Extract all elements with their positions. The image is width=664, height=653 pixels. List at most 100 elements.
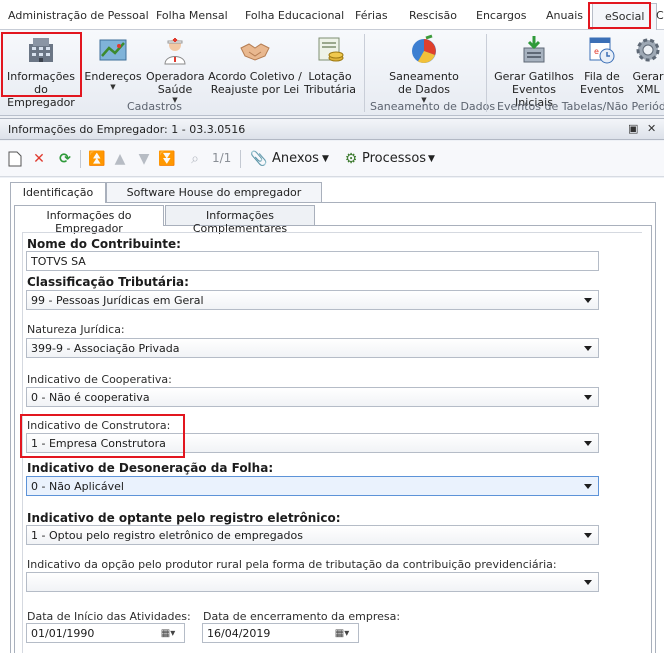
lotacao-tributaria-button[interactable]: Lotação Tributária (302, 34, 358, 96)
indicativo-produtor-rural-label: Indicativo da opção pelo produtor rural … (27, 558, 557, 571)
map-icon (99, 39, 127, 61)
pin-icon[interactable]: ▣ (628, 122, 638, 135)
nome-contribuinte-label: Nome do Contribuinte: (27, 237, 181, 251)
chevron-down-icon (584, 395, 592, 400)
data-inicio-input[interactable]: 01/01/1990 ▦▾ (26, 623, 185, 643)
calendar-icon[interactable]: ▦▾ (328, 626, 356, 640)
saneamento-label-2: de Dados (398, 83, 450, 96)
money-icon (318, 37, 344, 62)
new-record-icon[interactable] (6, 150, 24, 168)
handshake-icon (240, 43, 270, 61)
tab-administracao-pessoal[interactable]: Administração de Pessoal (8, 9, 149, 22)
indicativo-desoneracao-value: 0 - Não Aplicável (31, 480, 124, 493)
acordo-label-1: Acordo Coletivo / (208, 70, 302, 83)
indicativo-desoneracao-label: Indicativo de Desoneração da Folha: (27, 461, 274, 475)
gear-icon (636, 38, 660, 62)
window-title: Informações do Empregador: 1 - 03.3.0516 (8, 123, 246, 136)
gerar-xml-label-1: Gerar (632, 70, 664, 83)
fila-eventos-button[interactable]: e Fila de Eventos (578, 34, 626, 96)
tab-c[interactable]: C (656, 9, 664, 22)
chevron-down-icon (584, 298, 592, 303)
processos-menu[interactable]: Processos (362, 151, 426, 166)
gerar-xml-label-2: XML (636, 83, 660, 96)
indicativo-produtor-rural-select[interactable] (26, 572, 599, 592)
chevron-down-icon (584, 441, 592, 446)
tab-encargos[interactable]: Encargos (476, 9, 526, 22)
tab-folha-mensal[interactable]: Folha Mensal (156, 9, 228, 22)
tab-ferias[interactable]: Férias (355, 9, 388, 22)
chevron-down-icon (584, 484, 592, 489)
record-toolbar: ✕ ⟳ ⏫ ▲ ▼ ⏬ ⌕ 1/1 📎 Anexos ▼ ⚙ Processos… (0, 141, 664, 177)
next-record-icon[interactable]: ▼ (135, 150, 153, 168)
indicativo-registro-eletronico-label: Indicativo de optante pelo registro elet… (27, 511, 341, 525)
indicativo-cooperativa-select[interactable]: 0 - Não é cooperativa (26, 387, 599, 407)
tab-identificacao[interactable]: Identificação (10, 182, 106, 203)
informacoes-label-1: Informações (7, 70, 75, 83)
close-icon[interactable]: ✕ (647, 122, 656, 135)
indicativo-desoneracao-select[interactable]: 0 - Não Aplicável (26, 476, 599, 496)
saneamento-label-1: Saneamento (389, 70, 459, 83)
enderecos-label: Endereços (84, 70, 142, 83)
download-server-icon (523, 36, 545, 63)
tab-folha-educacional[interactable]: Folha Educacional (245, 9, 344, 22)
enderecos-dropdown-icon: ▼ (110, 83, 116, 91)
last-record-icon[interactable]: ⏬ (158, 150, 176, 168)
ribbon-body: Informações do Empregador Endereços ▼ Op… (0, 30, 664, 116)
indicativo-cooperativa-label: Indicativo de Cooperativa: (27, 373, 172, 386)
tab-software-house[interactable]: Software House do empregador (106, 182, 322, 202)
saneamento-dados-button[interactable]: Saneamento de Dados ▼ (384, 34, 464, 104)
pie-chart-icon (412, 34, 436, 63)
delete-icon[interactable]: ✕ (30, 150, 48, 168)
chevron-down-icon (584, 346, 592, 351)
indicativo-construtora-value: 1 - Empresa Construtora (31, 437, 166, 450)
queue-icon: e (589, 37, 615, 64)
data-encerramento-value: 16/04/2019 (207, 627, 271, 640)
refresh-icon[interactable]: ⟳ (56, 150, 74, 168)
gerar-gatilhos-button[interactable]: Gerar Gatilhos Eventos Iniciais (494, 34, 574, 109)
informacoes-empregador-button[interactable]: Informações do Empregador (2, 34, 80, 109)
paperclip-icon: 📎 (250, 151, 268, 167)
operadora-saude-button[interactable]: Operadora Saúde ▼ (146, 34, 205, 104)
classificacao-tributaria-value: 99 - Pessoas Jurídicas em Geral (31, 294, 204, 307)
natureza-juridica-select[interactable]: 399-9 - Associação Privada (26, 338, 599, 358)
indicativo-construtora-select[interactable]: 1 - Empresa Construtora (26, 433, 599, 453)
fila-label-1: Fila de (584, 70, 620, 83)
data-inicio-label: Data de Início das Atividades: (27, 610, 191, 623)
tab-informacoes-complementares[interactable]: Informações Complementares (165, 205, 315, 235)
operadora-label-2: Saúde (157, 83, 193, 96)
tab-esocial[interactable]: eSocial (592, 3, 658, 31)
lotacao-label-2: Tributária (303, 83, 356, 96)
tab-informacoes-empregador[interactable]: Informações do Empregador (14, 205, 164, 235)
previous-record-icon[interactable]: ▲ (111, 150, 129, 168)
natureza-juridica-value: 399-9 - Associação Privada (31, 342, 180, 355)
group-separator (486, 34, 487, 112)
chevron-down-icon (584, 580, 592, 585)
tab-anuais[interactable]: Anuais (546, 9, 583, 22)
calendar-icon[interactable]: ▦▾ (154, 626, 182, 640)
gerar-xml-button[interactable]: Gerar XML (628, 34, 664, 96)
data-encerramento-label: Data de encerramento da empresa: (203, 610, 401, 623)
group-label-cadastros: Cadastros (127, 100, 182, 113)
nome-contribuinte-input[interactable]: TOTVS SA (26, 251, 599, 271)
indicativo-construtora-label: Indicativo de Construtora: (27, 419, 171, 432)
enderecos-button[interactable]: Endereços ▼ (84, 34, 142, 91)
group-label-eventos: Eventos de Tabelas/Não Periódicos (497, 100, 664, 113)
processos-dropdown-icon[interactable]: ▼ (428, 154, 435, 164)
binoculars-icon[interactable]: ⌕ (186, 150, 204, 168)
processos-gear-icon: ⚙ (344, 151, 358, 167)
toolbar-separator (240, 150, 241, 168)
classificacao-tributaria-select[interactable]: 99 - Pessoas Jurídicas em Geral (26, 290, 599, 310)
tab-rescisao[interactable]: Rescisão (409, 9, 457, 22)
anexos-dropdown-icon[interactable]: ▼ (322, 154, 329, 164)
anexos-menu[interactable]: Anexos (272, 151, 319, 166)
classificacao-tributaria-label: Classificação Tributária: (27, 275, 189, 289)
acordo-coletivo-button[interactable]: Acordo Coletivo / Reajuste por Lei (208, 34, 302, 96)
data-encerramento-input[interactable]: 16/04/2019 ▦▾ (202, 623, 359, 643)
chevron-down-icon (584, 533, 592, 538)
toolbar-separator (80, 150, 81, 168)
fila-label-2: Eventos (580, 83, 624, 96)
nurse-icon (164, 38, 186, 65)
first-record-icon[interactable]: ⏫ (88, 150, 106, 168)
ribbon-tab-bar: Administração de Pessoal Folha Mensal Fo… (0, 0, 664, 31)
indicativo-registro-eletronico-select[interactable]: 1 - Optou pelo registro eletrônico de em… (26, 525, 599, 545)
